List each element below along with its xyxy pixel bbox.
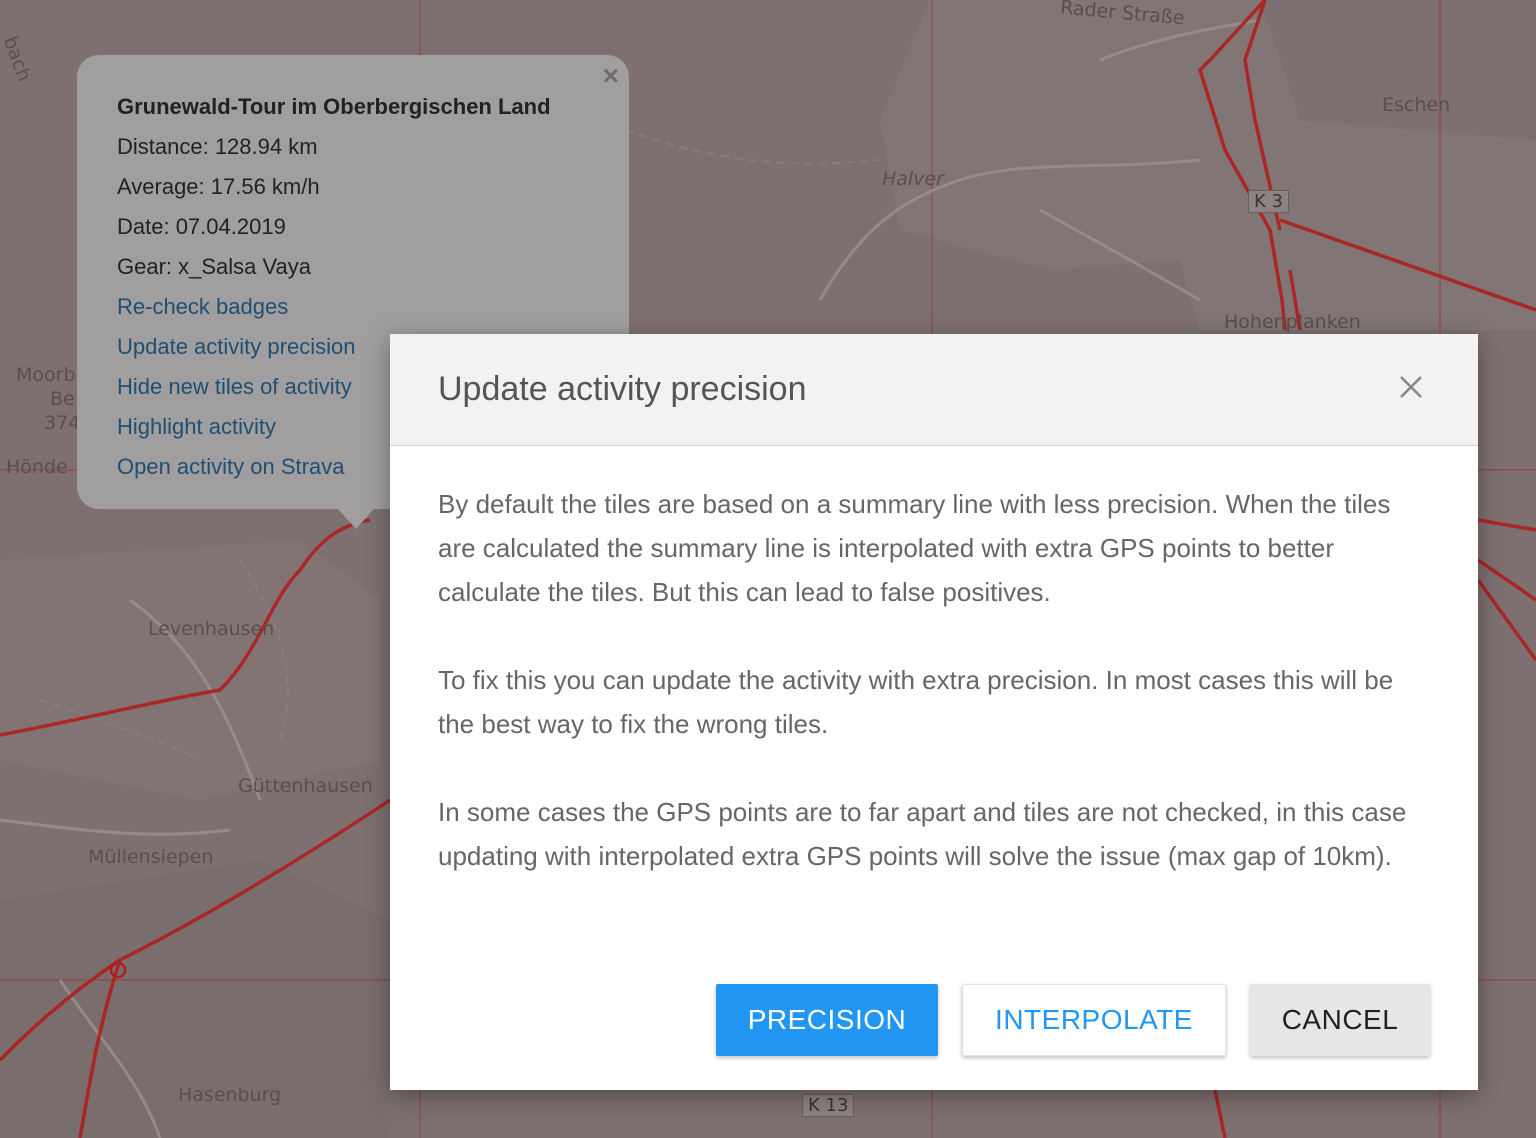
activity-gear: Gear: x_Salsa Vaya — [117, 254, 312, 279]
update-precision-dialog: Update activity precision By default the… — [390, 334, 1478, 1090]
road-shield-k3: K 3 — [1248, 190, 1289, 213]
close-icon[interactable] — [1396, 372, 1426, 402]
dialog-paragraph: In some cases the GPS points are to far … — [438, 797, 1407, 871]
interpolate-button[interactable]: INTERPOLATE — [962, 984, 1226, 1056]
dialog-actions: PRECISION INTERPOLATE CANCEL — [716, 984, 1430, 1056]
map-label-honde: Hönde — [6, 456, 68, 478]
dialog-paragraph: To fix this you can update the activity … — [438, 665, 1394, 739]
dialog-header: Update activity precision — [390, 334, 1478, 446]
activity-date: Date: 07.04.2019 — [117, 214, 286, 239]
dialog-title: Update activity precision — [438, 370, 807, 408]
map-label-levenhausen: Levenhausen — [148, 618, 275, 640]
map-label-hasenburg: Hasenburg — [178, 1084, 282, 1106]
cancel-button[interactable]: CANCEL — [1250, 984, 1430, 1056]
dialog-paragraph: By default the tiles are based on a summ… — [438, 489, 1391, 607]
map-label-guttenhausen: Güttenhausen — [238, 775, 373, 797]
activity-title: Grunewald-Tour im Oberbergischen Land — [117, 94, 551, 119]
popup-close-icon[interactable]: × — [603, 61, 619, 91]
activity-distance: Distance: 128.94 km — [117, 134, 318, 159]
map-label-hohenplanken: Hohenplanken — [1224, 311, 1361, 333]
precision-button[interactable]: PRECISION — [716, 984, 938, 1056]
popup-pointer — [338, 509, 374, 529]
map-label-eschen: Eschen — [1382, 94, 1451, 116]
map-label-be: Be — [50, 388, 75, 410]
map-label-374: 374 — [44, 412, 81, 434]
map-label-mullensiepen: Müllensiepen — [88, 846, 214, 868]
dialog-body: By default the tiles are based on a summ… — [390, 446, 1478, 878]
road-shield-k13: K 13 — [802, 1094, 855, 1117]
map-label-moorb: Moorb — [16, 364, 76, 386]
recheck-badges-link[interactable]: Re-check badges — [117, 287, 589, 327]
activity-average: Average: 17.56 km/h — [117, 174, 320, 199]
map-label-halver: Halver — [882, 168, 944, 190]
